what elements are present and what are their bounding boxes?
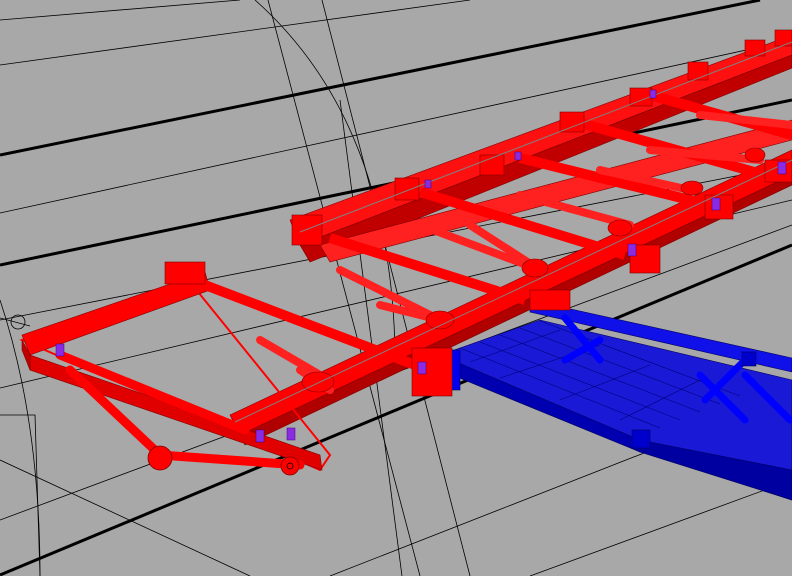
3d-viewport[interactable] — [0, 0, 792, 576]
